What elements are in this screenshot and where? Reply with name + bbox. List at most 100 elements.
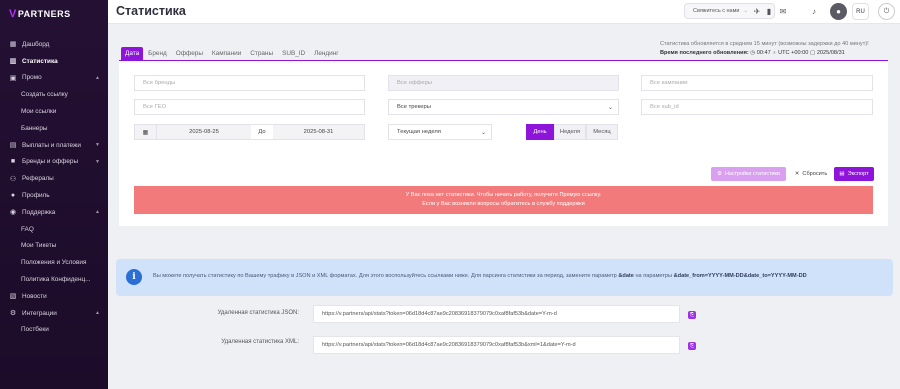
sidebar-item-dashboard[interactable]: ▦ Дашборд: [0, 36, 108, 53]
info-param-range: &date_from=YYYY-MM-DD&date_to=YYYY-MM-DD: [673, 273, 807, 279]
sidebar-item-label: Дашборд: [22, 40, 50, 48]
tab-date[interactable]: Дата: [121, 47, 144, 60]
sidebar-item-payments[interactable]: ▤ Выплаты и платежи ▼: [0, 137, 108, 154]
campaigns-select[interactable]: Все кампании: [641, 75, 873, 91]
xml-label: Удаленная статистика XML:: [221, 339, 299, 345]
promo-icon: ▣: [9, 74, 17, 82]
logout-icon[interactable]: ⏻: [878, 3, 895, 20]
skype-icon[interactable]: ▮: [762, 3, 776, 19]
language-switch[interactable]: RU: [852, 3, 869, 20]
arrow-right-icon: →: [742, 8, 748, 14]
settings-icon: ⚙: [717, 171, 722, 177]
period-select[interactable]: Текущая неделя ⌄: [388, 124, 492, 140]
date-from-input[interactable]: 2025-08-25: [157, 125, 251, 139]
clock-icon: ◷: [750, 50, 756, 56]
contact-label: Свяжитесь с нами: [693, 8, 740, 14]
chevron-down-icon: ⌄: [480, 129, 486, 136]
integrations-icon: ⚙: [9, 310, 17, 318]
page-title: Статистика: [116, 4, 186, 18]
last-update-date: 2025/08/31: [816, 50, 845, 56]
sidebar-item-integrations[interactable]: ⚙ Интеграции ▲: [0, 305, 108, 322]
period-value: Текущая неделя: [397, 129, 441, 135]
sidebar-item-label: Постбеки: [21, 326, 49, 334]
calendar-icon[interactable]: ▦: [135, 125, 157, 139]
sidebar-item-create-link[interactable]: Создать ссылку: [0, 86, 108, 103]
sidebar-item-news[interactable]: ▧ Новости: [0, 288, 108, 305]
granularity-toggle: День Неделя Месяц: [526, 124, 618, 140]
last-update: Время последнего обновления: ◷ 00:47 ♁ U…: [660, 50, 845, 56]
sidebar-nav: ▦ Дашборд ▥ Статистика ▣ Промо ▲ Создать ссы…: [0, 36, 108, 338]
sidebar-item-referrals[interactable]: ⚇ Рефералы: [0, 170, 108, 187]
last-update-timezone: UTC +00:00: [778, 50, 809, 56]
mail-icon[interactable]: ✉: [776, 3, 790, 19]
sidebar-item-label: Бренды и офферы: [22, 158, 79, 166]
copy-icon[interactable]: ⎘: [688, 342, 696, 350]
trackers-select[interactable]: Все трекеры ⌄: [388, 99, 619, 115]
info-param-date: &date: [618, 273, 634, 279]
sidebar-item-profile[interactable]: ● Профиль: [0, 187, 108, 204]
alert-line-2: Если у Вас возникли вопросы обратитесь в…: [422, 201, 585, 207]
sidebar-item-label: Мои Тикеты: [21, 242, 57, 250]
logo-text: PARTNERS: [17, 9, 71, 19]
stat-tabs: Дата Бренд Офферы Кампании Страны SUB_ID…: [121, 47, 344, 60]
tab-offers[interactable]: Офферы: [172, 47, 207, 60]
api-info-banner: i Вы можете получать статистику по Вашем…: [116, 259, 893, 296]
avatar[interactable]: ●: [830, 3, 847, 20]
brands-select[interactable]: Все бренды: [134, 75, 365, 91]
sidebar-item-terms[interactable]: Положения и Условия: [0, 254, 108, 271]
sidebar-item-my-links[interactable]: Мои ссылки: [0, 103, 108, 120]
filters-panel: Все бренды Все офферы Все кампании Все Г…: [119, 60, 888, 226]
sidebar-item-support[interactable]: ◉ Поддержка ▲: [0, 204, 108, 221]
globe-icon: ♁: [772, 50, 777, 56]
header: Статистика Свяжитесь с нами → ✈ ▮ ✉ ♪ ● R…: [108, 0, 900, 24]
logo-mark: V: [9, 8, 17, 20]
sidebar-item-faq[interactable]: FAQ: [0, 221, 108, 238]
sidebar-item-label: Интеграции: [22, 309, 57, 317]
tab-brand[interactable]: Бренд: [144, 47, 171, 60]
json-url-field[interactable]: https://v.partners/api/stats?token=06d18…: [313, 305, 680, 323]
date-to-input[interactable]: 2025-08-31: [273, 125, 364, 139]
sidebar-item-statistics[interactable]: ▥ Статистика: [0, 53, 108, 70]
sidebar-item-label: Политика Конфиденц...: [21, 276, 91, 284]
logo[interactable]: V PARTNERS: [9, 8, 71, 20]
reset-button[interactable]: ✕ Сбросить: [791, 167, 831, 181]
sub-id-select[interactable]: Все sub_id: [641, 99, 873, 115]
stat-settings-button[interactable]: ⚙ Настройки статистики: [711, 167, 786, 181]
stat-settings-label: Настройки статистики: [724, 171, 780, 177]
granularity-week[interactable]: Неделя: [554, 124, 586, 140]
json-label: Удаленная статистика JSON:: [217, 310, 299, 316]
sidebar-item-banners[interactable]: Баннеры: [0, 120, 108, 137]
news-icon: ▧: [9, 293, 17, 301]
sidebar-item-label: Поддержка: [22, 208, 56, 216]
info-text-main: Вы можете получать статистику по Вашему …: [153, 273, 617, 279]
sidebar-item-brands[interactable]: ■ Бренды и офферы ▼: [0, 154, 108, 171]
export-button[interactable]: ▤ Экспорт: [834, 167, 874, 181]
sidebar-item-label: Статистика: [22, 57, 58, 65]
tab-countries[interactable]: Страны: [246, 47, 277, 60]
sidebar-item-privacy[interactable]: Политика Конфиденц...: [0, 271, 108, 288]
copy-icon[interactable]: ⎘: [688, 311, 696, 319]
sidebar-item-postbacks[interactable]: Постбеки: [0, 322, 108, 339]
tab-sub-id[interactable]: SUB_ID: [278, 47, 309, 60]
sidebar-item-tickets[interactable]: Мои Тикеты: [0, 238, 108, 255]
tab-landing[interactable]: Лендинг: [310, 47, 342, 60]
calendar-icon: ▢: [809, 50, 816, 56]
geo-select[interactable]: Все ГЕО: [134, 99, 365, 115]
chevron-up-icon: ▲: [95, 310, 100, 317]
wallet-icon: ▤: [9, 142, 17, 150]
bell-icon[interactable]: ♪: [807, 3, 821, 19]
offers-select[interactable]: Все офферы: [388, 75, 619, 91]
sidebar-item-promo[interactable]: ▣ Промо ▲: [0, 70, 108, 87]
tab-campaigns[interactable]: Кампании: [208, 47, 245, 60]
granularity-month[interactable]: Месяц: [586, 124, 618, 140]
info-icon: i: [126, 269, 142, 285]
last-update-label: Время последнего обновления:: [660, 50, 749, 56]
xml-url-field[interactable]: https://v.partners/api/stats?token=06d18…: [313, 336, 680, 354]
sidebar-item-label: Выплаты и платежи: [22, 141, 81, 149]
granularity-day[interactable]: День: [526, 124, 554, 140]
support-icon: ◉: [9, 209, 17, 217]
alert-line-1: У Вас пока нет статистики. Чтобы начать …: [405, 192, 602, 198]
sidebar-item-label: Мои ссылки: [21, 108, 57, 116]
trackers-value: Все трекеры: [397, 104, 431, 110]
referrals-icon: ⚇: [9, 175, 17, 183]
